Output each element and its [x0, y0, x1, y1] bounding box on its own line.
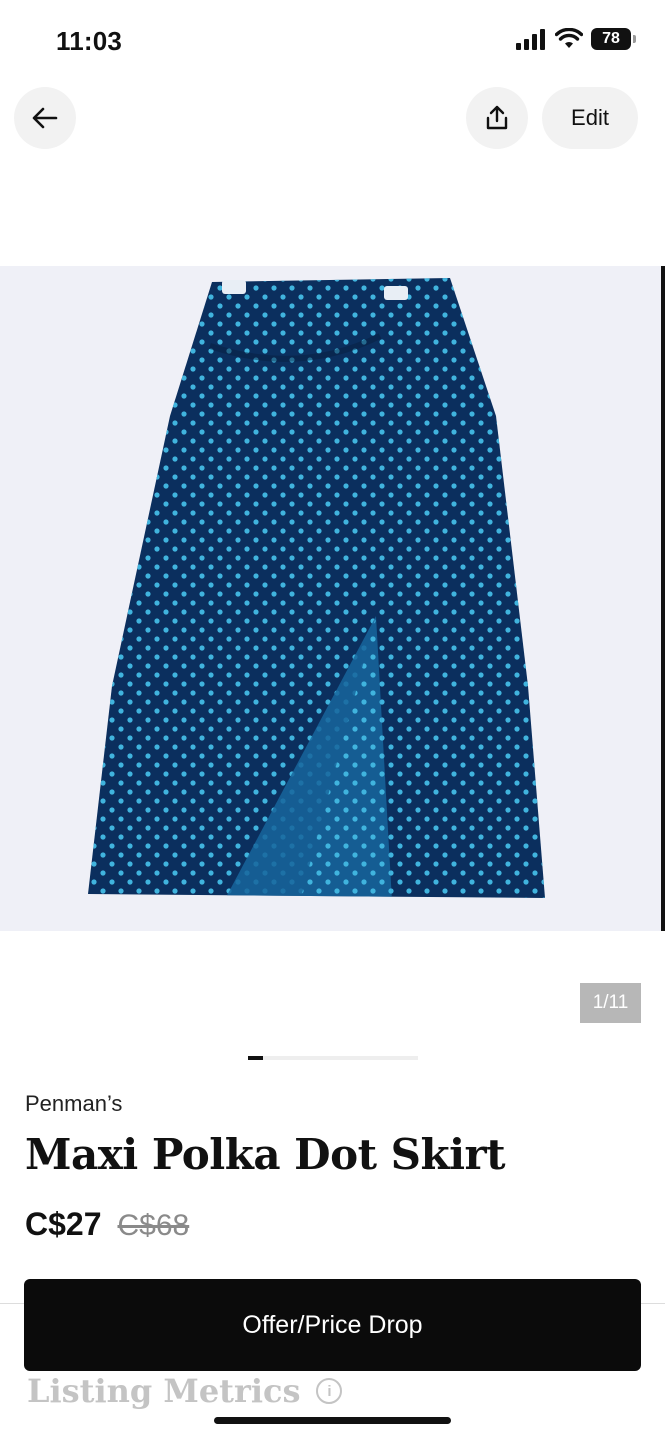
cellular-signal-icon: [516, 29, 545, 50]
current-price: C$27: [25, 1206, 102, 1242]
price-row: C$27 C$68: [25, 1206, 189, 1243]
share-button[interactable]: [466, 87, 528, 149]
product-photo[interactable]: [0, 266, 665, 931]
share-icon: [486, 105, 508, 130]
edit-button[interactable]: Edit: [542, 87, 638, 149]
next-photo-edge: [661, 266, 665, 931]
gallery-progress-fill: [248, 1056, 264, 1060]
listing-title: Maxi Polka Dot Skirt: [25, 1130, 506, 1179]
back-button[interactable]: [14, 87, 76, 149]
gallery-progress-track: [248, 1056, 418, 1060]
status-time: 11:03: [56, 26, 123, 56]
original-price: C$68: [117, 1209, 190, 1242]
arrow-left-icon: [32, 107, 58, 129]
skirt-image: [88, 278, 545, 898]
status-icons: 78: [515, 28, 636, 50]
status-bar: 11:03 78: [0, 0, 665, 88]
listing-metrics-title: Listing Metrics: [27, 1372, 301, 1410]
photo-counter: 1/11: [580, 983, 641, 1023]
info-icon[interactable]: i: [316, 1378, 343, 1404]
offer-price-drop-button[interactable]: Offer/Price Drop: [24, 1279, 641, 1371]
battery-icon: 78: [591, 28, 636, 50]
home-indicator: [214, 1417, 451, 1424]
brand-name[interactable]: Penman’s: [25, 1091, 122, 1117]
wifi-icon: [555, 28, 583, 48]
listing-metrics-header: Listing Metrics i: [27, 1372, 343, 1410]
